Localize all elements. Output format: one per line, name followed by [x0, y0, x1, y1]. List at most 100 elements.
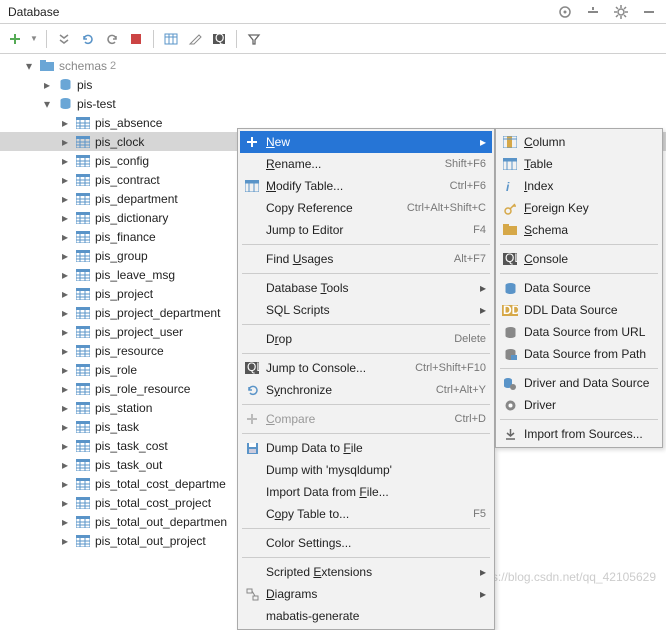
ddl-icon: DDL	[500, 301, 520, 319]
table-view-button[interactable]	[162, 30, 180, 48]
tree-node-schemas[interactable]: ▾ schemas 2	[0, 56, 666, 75]
menu-item[interactable]: New▸	[240, 131, 492, 153]
rollback-button[interactable]	[103, 30, 121, 48]
expand-arrow-icon[interactable]: ▸	[58, 287, 72, 301]
expand-arrow-icon[interactable]: ▸	[58, 135, 72, 149]
expand-arrow-icon[interactable]: ▸	[58, 496, 72, 510]
menu-item[interactable]: Driver and Data Source	[498, 372, 660, 394]
expand-arrow-icon[interactable]: ▸	[58, 382, 72, 396]
expand-arrow-icon[interactable]: ▸	[58, 534, 72, 548]
tree-node-schema[interactable]: ▸pis	[0, 75, 666, 94]
tree-label: pis_department	[94, 192, 178, 206]
expand-arrow-icon[interactable]: ▸	[58, 192, 72, 206]
tree-label: pis_group	[94, 249, 148, 263]
menu-item[interactable]: Schema	[498, 219, 660, 241]
expand-arrow-icon[interactable]: ▸	[58, 401, 72, 415]
stop-button[interactable]	[127, 30, 145, 48]
menu-item[interactable]: QLConsole	[498, 248, 660, 270]
hide-icon[interactable]	[640, 3, 658, 21]
menu-item[interactable]: Modify Table...Ctrl+F6	[240, 175, 492, 197]
refresh-button[interactable]	[79, 30, 97, 48]
menu-label: Column	[520, 135, 654, 149]
menu-shortcut: Alt+F7	[444, 253, 486, 265]
expand-arrow-icon[interactable]: ▸	[58, 325, 72, 339]
menu-item[interactable]: Copy ReferenceCtrl+Alt+Shift+C	[240, 197, 492, 219]
expand-arrow-icon[interactable]: ▸	[58, 420, 72, 434]
menu-item[interactable]: mabatis-generate	[240, 605, 492, 627]
menu-separator	[242, 433, 490, 434]
menu-item[interactable]: Dump with 'mysqldump'	[240, 459, 492, 481]
expand-arrow-icon[interactable]: ▸	[58, 344, 72, 358]
expand-arrow-icon[interactable]: ▸	[58, 230, 72, 244]
expand-arrow-icon[interactable]: ▾	[22, 59, 36, 73]
menu-item[interactable]: Data Source	[498, 277, 660, 299]
menu-item[interactable]: Diagrams▸	[240, 583, 492, 605]
expand-arrow-icon[interactable]: ▸	[58, 477, 72, 491]
tree-label: pis_project_department	[94, 306, 220, 320]
expand-arrow-icon[interactable]: ▸	[58, 268, 72, 282]
menu-item[interactable]: Driver	[498, 394, 660, 416]
menu-item[interactable]: Data Source from Path	[498, 343, 660, 365]
expand-arrow-icon[interactable]: ▸	[58, 173, 72, 187]
menu-label: Index	[520, 179, 654, 193]
menu-item[interactable]: Table	[498, 153, 660, 175]
table-icon	[75, 343, 91, 359]
table-icon	[75, 305, 91, 321]
menu-item[interactable]: DDLDDL Data Source	[498, 299, 660, 321]
console-button[interactable]: QL	[210, 30, 228, 48]
submenu-arrow-icon: ▸	[476, 303, 486, 317]
menu-item[interactable]: Scripted Extensions▸	[240, 561, 492, 583]
menu-item[interactable]: SynchronizeCtrl+Alt+Y	[240, 379, 492, 401]
menu-item: CompareCtrl+D	[240, 408, 492, 430]
expand-arrow-icon[interactable]: ▸	[58, 249, 72, 263]
index-icon: i	[500, 177, 520, 195]
tree-node-schema[interactable]: ▾pis-test	[0, 94, 666, 113]
menu-item[interactable]: Rename...Shift+F6	[240, 153, 492, 175]
menu-item[interactable]: Data Source from URL	[498, 321, 660, 343]
expand-arrow-icon[interactable]: ▸	[58, 211, 72, 225]
menu-label: Jump to Console...	[262, 361, 405, 375]
menu-item[interactable]: DropDelete	[240, 328, 492, 350]
menu-item[interactable]: SQL Scripts▸	[240, 299, 492, 321]
table-icon	[75, 191, 91, 207]
menu-item[interactable]: QLJump to Console...Ctrl+Shift+F10	[240, 357, 492, 379]
menu-item[interactable]: Column	[498, 131, 660, 153]
gear-icon[interactable]	[612, 3, 630, 21]
menu-item[interactable]: Import Data from File...	[240, 481, 492, 503]
menu-separator	[500, 273, 658, 274]
menu-item[interactable]: Dump Data to File	[240, 437, 492, 459]
menu-item[interactable]: Color Settings...	[240, 532, 492, 554]
filter-button[interactable]	[245, 30, 263, 48]
expand-arrow-icon[interactable]: ▸	[58, 306, 72, 320]
expand-arrow-icon[interactable]: ▸	[58, 363, 72, 377]
blank-icon	[242, 199, 262, 217]
menu-item[interactable]: Database Tools▸	[240, 277, 492, 299]
edit-button[interactable]	[186, 30, 204, 48]
menu-label: Console	[520, 252, 654, 266]
menu-item[interactable]: Find UsagesAlt+F7	[240, 248, 492, 270]
menu-item[interactable]: Jump to EditorF4	[240, 219, 492, 241]
blank-icon	[242, 505, 262, 523]
menu-separator	[500, 419, 658, 420]
menu-item[interactable]: Foreign Key	[498, 197, 660, 219]
expand-arrow-icon[interactable]: ▸	[58, 458, 72, 472]
collapse-arrow-icon[interactable]: ▾	[40, 97, 54, 111]
scroll-link-icon[interactable]	[556, 3, 574, 21]
menu-label: Import Data from File...	[262, 485, 486, 499]
minimize-icon[interactable]	[584, 3, 602, 21]
expand-arrow-icon[interactable]: ▸	[58, 515, 72, 529]
menu-item[interactable]: Copy Table to...F5	[240, 503, 492, 525]
menu-item[interactable]: Import from Sources...	[498, 423, 660, 445]
collapse-button[interactable]	[55, 30, 73, 48]
add-button[interactable]	[6, 30, 24, 48]
expand-arrow-icon[interactable]: ▸	[58, 116, 72, 130]
menu-separator	[242, 244, 490, 245]
expand-arrow-icon[interactable]: ▸	[58, 439, 72, 453]
blank-icon	[242, 279, 262, 297]
dropdown-arrow-icon[interactable]: ▼	[30, 34, 38, 43]
tree-label: pis_dictionary	[94, 211, 168, 225]
count-badge: 2	[110, 60, 116, 72]
expand-arrow-icon[interactable]: ▸	[40, 78, 54, 92]
expand-arrow-icon[interactable]: ▸	[58, 154, 72, 168]
menu-item[interactable]: iIndex	[498, 175, 660, 197]
